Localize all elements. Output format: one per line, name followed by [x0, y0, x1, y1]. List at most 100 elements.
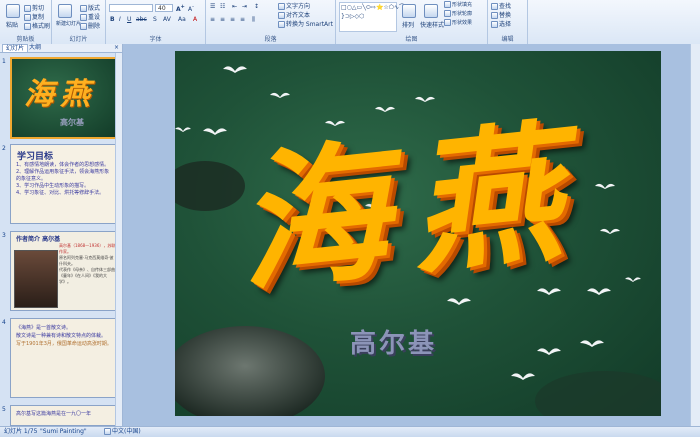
- columns-icon[interactable]: ⫼: [252, 16, 255, 24]
- bold-icon[interactable]: B: [110, 16, 115, 23]
- increase-indent-icon[interactable]: ⇥: [242, 3, 247, 10]
- slides-group: 新建幻灯片 版式 重设 删除 幻灯片: [52, 0, 106, 44]
- delete-slide-button[interactable]: 删除: [80, 21, 100, 30]
- strikethrough-icon[interactable]: abc: [136, 16, 147, 23]
- align-left-icon[interactable]: ≡: [210, 16, 215, 23]
- panel-scrollbar[interactable]: [115, 53, 122, 426]
- clipboard-group: 粘贴 剪切 复制 格式刷 剪贴板: [0, 0, 52, 44]
- align-center-icon[interactable]: ≡: [220, 16, 225, 23]
- thumb-title: 海燕: [24, 77, 96, 112]
- thumb-line: 1、有感情地朗读，体会作者的思想感情。: [16, 162, 110, 168]
- seagull-icon: [415, 96, 435, 102]
- slide-number: 3: [2, 232, 6, 239]
- slide-thumbnail-3[interactable]: 作者简介 高尔基 高尔基（1868—1936），苏联作家。 原名阿列克塞·马克西…: [10, 231, 118, 311]
- decrease-indent-icon[interactable]: ⇤: [232, 3, 237, 10]
- author-photo: [14, 250, 58, 308]
- reset-button[interactable]: 重设: [80, 12, 100, 21]
- cursor-icon: [491, 21, 498, 28]
- justify-icon[interactable]: ≡: [240, 16, 245, 23]
- current-slide[interactable]: 海燕 高尔基: [175, 51, 661, 416]
- editing-group-label: 编辑: [501, 36, 514, 43]
- layout-icon: [80, 5, 87, 12]
- thumb-line: 写于1901年3月，俄国革命运动高涨时期。: [16, 341, 112, 347]
- seagull-icon: [270, 92, 290, 98]
- tab-slides[interactable]: 幻灯片: [2, 44, 29, 52]
- slide-editor: 海燕 高尔基: [123, 44, 700, 426]
- quick-styles-icon[interactable]: [424, 4, 438, 18]
- new-slide-button[interactable]: 新建幻灯片: [56, 20, 81, 27]
- seagull-icon: [595, 183, 615, 189]
- thumb-subtitle: 高尔基: [60, 118, 84, 127]
- find-button[interactable]: 查找: [491, 1, 511, 10]
- font-group-label: 字体: [149, 36, 162, 43]
- shadow-icon[interactable]: S: [153, 16, 157, 23]
- font-color-icon[interactable]: A: [193, 16, 197, 23]
- thumb-heading: 学习目标: [17, 152, 54, 162]
- paragraph-group-label: 段落: [264, 36, 277, 43]
- text-direction-button[interactable]: 文字方向: [278, 1, 310, 10]
- slide-number: 2: [2, 145, 6, 152]
- cut-button[interactable]: 剪切: [24, 3, 44, 12]
- underline-icon[interactable]: U: [127, 16, 131, 23]
- slide-thumbnail-2[interactable]: 学习目标 1、有感情地朗读，体会作者的思想感情。 2、理解作品运用象征手法，领会…: [10, 144, 118, 224]
- slide-thumbnail-1[interactable]: 海燕 高尔基: [10, 57, 118, 139]
- arrange-icon[interactable]: [402, 4, 416, 18]
- seagull-icon: [537, 348, 561, 355]
- slide-subtitle[interactable]: 高尔基: [350, 323, 437, 360]
- fill-bucket-icon: [444, 1, 451, 8]
- paste-button[interactable]: 粘贴: [6, 20, 18, 29]
- clipboard-group-label: 剪贴板: [16, 36, 35, 43]
- bullets-icon[interactable]: ☰: [210, 3, 215, 10]
- smartart-button[interactable]: 转换为 SmartArt: [278, 19, 333, 28]
- shape-effects-button[interactable]: 形状效果: [444, 19, 472, 26]
- tab-outline[interactable]: 大纲: [26, 44, 44, 52]
- editing-group: 查找 替换 选择 编辑: [488, 0, 528, 44]
- seagull-icon: [375, 106, 395, 112]
- shapes-gallery[interactable]: □○△▭╲⬭⇨⭐☆⬠∿⌒{ }⊃▷◇⬡: [339, 2, 409, 32]
- italic-icon[interactable]: I: [119, 16, 121, 23]
- rock-shape: [175, 326, 325, 416]
- delete-icon: [80, 23, 87, 30]
- ribbon: 粘贴 剪切 复制 格式刷 剪贴板 新建幻灯片 版式 重设 删除 幻灯片 40 A…: [0, 0, 700, 45]
- quick-styles-button[interactable]: 快速样式: [420, 20, 444, 29]
- arrange-button[interactable]: 排列: [402, 20, 414, 29]
- paste-icon[interactable]: [6, 4, 20, 18]
- seagull-icon: [325, 120, 345, 126]
- thumb-line: 《海燕》是一首散文诗。: [16, 325, 72, 331]
- slide-thumbnail-5[interactable]: 高尔基写这篇海燕是在一九〇一年: [10, 405, 118, 426]
- slides-group-label: 幻灯片: [69, 36, 88, 43]
- grow-font-icon[interactable]: A+: [176, 4, 185, 13]
- shape-outline-button[interactable]: 形状轮廓: [444, 10, 472, 17]
- status-bar: 幻灯片 1/75 "Sumi Painting" 中文(中国): [0, 426, 700, 437]
- line-spacing-icon[interactable]: ↕: [254, 3, 259, 10]
- layout-button[interactable]: 版式: [80, 3, 100, 12]
- shape-fill-button[interactable]: 形状填充: [444, 1, 472, 8]
- replace-icon: [491, 12, 498, 19]
- new-slide-icon[interactable]: [58, 4, 72, 18]
- thumb-line: 高尔基（1868—1936），苏联作家。: [59, 243, 116, 254]
- language-indicator: 中文(中国): [104, 427, 141, 436]
- change-case-icon[interactable]: Aa: [178, 16, 186, 23]
- align-text-icon: [278, 12, 285, 19]
- slide-title[interactable]: 海燕: [229, 102, 594, 313]
- select-button[interactable]: 选择: [491, 19, 511, 28]
- char-spacing-icon[interactable]: AV: [163, 16, 171, 23]
- editor-scrollbar[interactable]: [690, 44, 700, 426]
- seagull-icon: [587, 288, 611, 295]
- close-icon[interactable]: ×: [114, 44, 119, 52]
- seagull-icon: [625, 277, 641, 282]
- thumb-line: 代表作《母亲》、自传体三部曲《童年》《在人间》《我的大学》。: [59, 267, 115, 284]
- seagull-icon: [537, 288, 561, 295]
- drawing-group-label: 绘图: [405, 36, 418, 43]
- align-right-icon[interactable]: ≡: [230, 16, 235, 23]
- copy-button[interactable]: 复制: [24, 12, 44, 21]
- replace-button[interactable]: 替换: [491, 10, 511, 19]
- font-size-combo[interactable]: 40: [155, 4, 173, 12]
- shrink-font-icon[interactable]: A-: [188, 4, 194, 13]
- slide-thumbnail-4[interactable]: 《海燕》是一首散文诗。 散文诗是一种兼有诗和散文特点的体裁。 写于1901年3月…: [10, 318, 118, 398]
- numbering-icon[interactable]: ☷: [220, 3, 225, 10]
- format-painter-button[interactable]: 格式刷: [24, 21, 50, 30]
- reset-icon: [80, 14, 87, 21]
- align-text-button[interactable]: 对齐文本: [278, 10, 310, 19]
- font-name-combo[interactable]: [109, 4, 153, 12]
